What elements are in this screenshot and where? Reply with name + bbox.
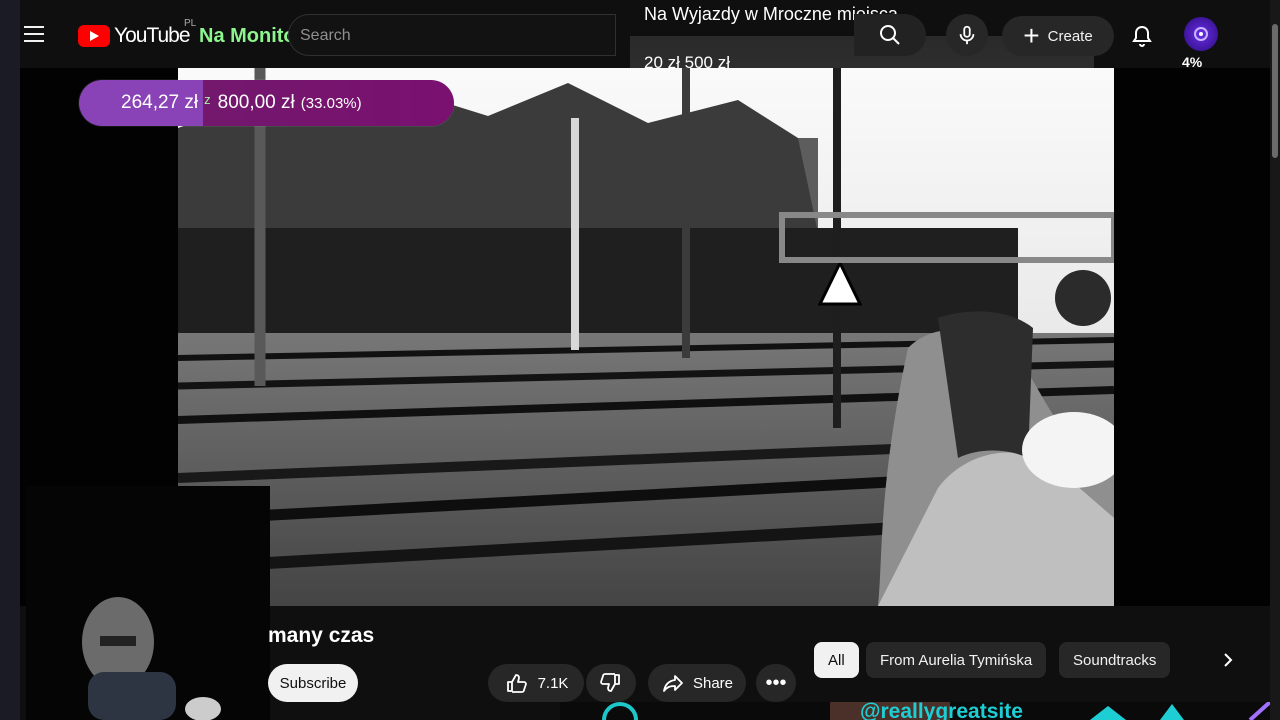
scrollbar-track[interactable] bbox=[1270, 0, 1280, 720]
webcam-overlay bbox=[26, 486, 270, 720]
video-letterbox-right bbox=[1114, 68, 1270, 606]
create-button[interactable]: + Create bbox=[1002, 16, 1114, 56]
search-icon bbox=[880, 25, 900, 45]
like-count: 7.1K bbox=[537, 674, 569, 692]
chip-soundtracks[interactable]: Soundtracks bbox=[1059, 642, 1171, 678]
youtube-watch-page: YouTube PL Na Monitor Search Na Wyjazdy … bbox=[0, 0, 1280, 720]
youtube-brand-text: YouTube bbox=[114, 24, 191, 47]
avatar[interactable] bbox=[1184, 17, 1218, 51]
bell-icon bbox=[1132, 25, 1152, 47]
search-placeholder: Search bbox=[300, 27, 351, 44]
thumbs-up-icon bbox=[506, 674, 527, 693]
webcam-person-image bbox=[26, 486, 270, 720]
thumbs-down-icon bbox=[600, 673, 620, 692]
youtube-play-icon bbox=[78, 25, 110, 47]
youtube-logo[interactable]: YouTube bbox=[78, 24, 191, 48]
dislike-button[interactable] bbox=[586, 664, 636, 702]
donation-target: 800,00 zł bbox=[217, 92, 295, 113]
plus-icon: + bbox=[1023, 20, 1040, 51]
more-actions-button[interactable]: ••• bbox=[756, 664, 796, 702]
more-horizontal-icon: ••• bbox=[765, 671, 787, 694]
share-button[interactable]: Share bbox=[648, 664, 746, 702]
scrollbar-thumb[interactable] bbox=[1272, 24, 1278, 158]
video-title: many czas bbox=[268, 624, 375, 647]
menu-button[interactable] bbox=[24, 20, 52, 48]
subscribe-button[interactable]: Subscribe bbox=[268, 664, 358, 702]
search-button[interactable] bbox=[854, 14, 926, 56]
video-frame-railway-scene bbox=[178, 68, 1114, 606]
region-label: PL bbox=[184, 18, 197, 29]
video-player[interactable] bbox=[178, 68, 1114, 606]
share-arrow-icon bbox=[663, 675, 683, 692]
chevron-right-icon bbox=[1224, 653, 1233, 667]
donation-separator: z bbox=[204, 91, 211, 107]
like-button[interactable]: 7.1K bbox=[488, 664, 584, 702]
subscribe-label: Subscribe bbox=[279, 674, 347, 692]
donation-progress: (33.03%) bbox=[300, 94, 362, 112]
notifications-button[interactable] bbox=[1122, 16, 1162, 56]
donation-current: 264,27 zł bbox=[121, 92, 199, 113]
avatar-emblem-icon bbox=[1194, 27, 1208, 41]
voice-search-button[interactable] bbox=[946, 14, 988, 56]
create-label: Create bbox=[1047, 27, 1093, 45]
microphone-icon bbox=[959, 25, 975, 45]
donation-goal-overlay: 264,27 zł z 800,00 zł (33.03%) bbox=[79, 80, 454, 126]
chips-next-button[interactable] bbox=[1208, 642, 1248, 678]
chip-from-aurelia[interactable]: From Aurelia Tymińska bbox=[866, 642, 1047, 678]
left-edge-strip bbox=[0, 0, 20, 720]
watermark-text: @reallygreatsite bbox=[860, 700, 1023, 720]
chip-all[interactable]: All bbox=[814, 642, 859, 678]
share-label: Share bbox=[692, 674, 734, 692]
